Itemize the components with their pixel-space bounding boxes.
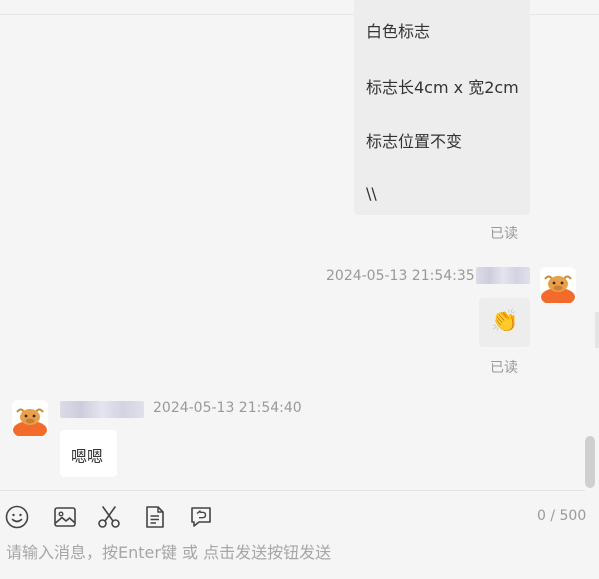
- read-status: 已读: [490, 360, 518, 376]
- image-button[interactable]: [52, 504, 78, 530]
- message-text: 嗯嗯: [71, 447, 104, 466]
- message-input[interactable]: [6, 540, 566, 564]
- sender-name-redacted: [60, 401, 144, 418]
- bull-avatar-icon: [13, 408, 47, 436]
- character-counter: 0 / 500: [537, 508, 587, 524]
- message-line: 白色标志: [366, 22, 431, 41]
- panel-edge: [595, 312, 599, 348]
- image-icon: [54, 507, 76, 527]
- read-status: 已读: [490, 226, 518, 242]
- screenshot-button[interactable]: [96, 504, 122, 530]
- avatar[interactable]: [540, 267, 576, 303]
- message-timestamp: 2024-05-13 21:54:35: [326, 268, 475, 284]
- feedback-icon: [191, 507, 211, 527]
- message-timestamp: 2024-05-13 21:54:40: [153, 400, 302, 416]
- feedback-button[interactable]: [188, 504, 214, 530]
- message-line: 标志位置不变: [366, 132, 463, 151]
- composer-divider: [0, 490, 585, 491]
- clapping-hands-icon: 👏: [491, 309, 519, 334]
- document-button[interactable]: [142, 504, 168, 530]
- document-icon: [146, 506, 164, 528]
- emoji-button[interactable]: [4, 504, 30, 530]
- bull-avatar-icon: [541, 275, 575, 303]
- emoji-icon: [5, 505, 29, 529]
- avatar[interactable]: [12, 400, 48, 436]
- scrollbar-thumb[interactable]: [585, 436, 595, 488]
- message-bubble-outgoing[interactable]: 👏: [479, 298, 530, 347]
- scissors-icon: [98, 506, 120, 528]
- message-line: \\: [366, 184, 377, 203]
- message-bubble-outgoing[interactable]: 白色标志 标志长4cm x 宽2cm 标志位置不变 \\: [354, 0, 530, 215]
- message-bubble-incoming[interactable]: 嗯嗯: [60, 430, 117, 477]
- message-line: 标志长4cm x 宽2cm: [366, 78, 519, 97]
- sender-name-redacted: [476, 267, 530, 284]
